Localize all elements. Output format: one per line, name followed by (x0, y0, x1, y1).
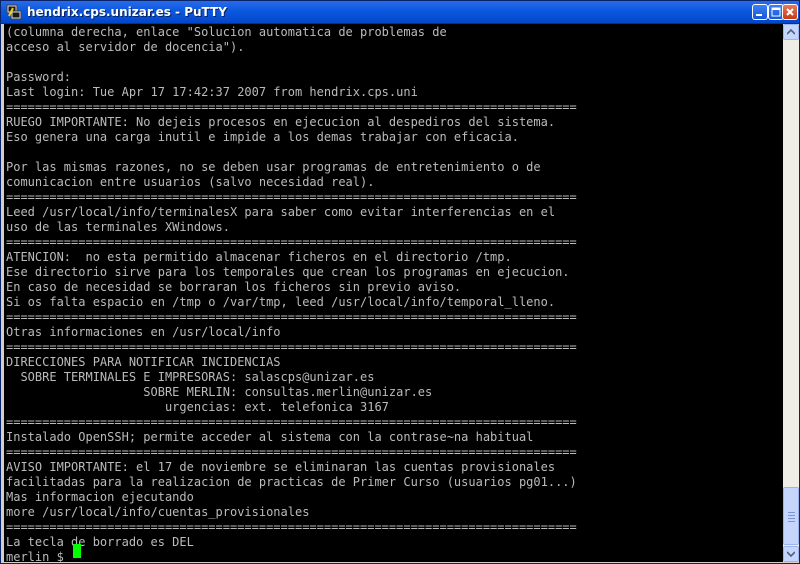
terminal-line: (columna derecha, enlace "Solucion autom… (6, 25, 447, 39)
terminal-line: DIRECCIONES PARA NOTIFICAR INCIDENCIAS (6, 355, 281, 369)
terminal-screen[interactable]: (columna derecha, enlace "Solucion autom… (4, 24, 783, 562)
terminal-line: Ese directorio sirve para los temporales… (6, 265, 570, 279)
terminal-line: ========================================… (6, 415, 577, 429)
terminal-line: ========================================… (6, 520, 577, 534)
terminal-line: ========================================… (6, 190, 577, 204)
terminal-line: Si os falta espacio en /tmp o /var/tmp, … (6, 295, 556, 309)
terminal-line: comunicacion entre usuarios (salvo neces… (6, 175, 375, 189)
terminal-line: ========================================… (6, 100, 577, 114)
terminal-cursor (73, 544, 81, 558)
scrollbar-thumb[interactable] (783, 487, 799, 545)
putty-window: hendrix.cps.unizar.es - PuTTY (columna d… (0, 0, 800, 564)
terminal-line: ========================================… (6, 235, 577, 249)
terminal-line: SOBRE TERMINALES E IMPRESORAS: salascps@… (6, 370, 375, 384)
terminal-line: SOBRE MERLIN: consultas.merlin@unizar.es (6, 385, 433, 399)
window-title: hendrix.cps.unizar.es - PuTTY (27, 5, 227, 19)
terminal-line: urgencias: ext. telefonica 3167 (6, 400, 389, 414)
scroll-up-button[interactable] (783, 24, 799, 40)
close-button[interactable] (782, 4, 798, 20)
arrow-up-icon (787, 29, 795, 35)
terminal-line: ATENCION: no esta permitido almacenar fi… (6, 250, 512, 264)
terminal-line: Leed /usr/local/info/terminalesX para sa… (6, 205, 556, 219)
terminal-line: acceso al servidor de docencia"). (6, 40, 245, 54)
terminal-line: Mas informacion ejecutando (6, 490, 194, 504)
terminal-line: La tecla de borrado es DEL (6, 535, 194, 549)
terminal-line: ========================================… (6, 310, 577, 324)
maximize-icon (771, 7, 781, 17)
arrow-down-icon (787, 551, 795, 557)
putty-icon[interactable] (6, 4, 22, 20)
terminal-line: Password: (6, 70, 72, 84)
minimize-button[interactable] (752, 4, 768, 20)
terminal-line: Last login: Tue Apr 17 17:42:37 2007 fro… (6, 85, 418, 99)
title-bar[interactable]: hendrix.cps.unizar.es - PuTTY (1, 1, 799, 24)
terminal-line: ========================================… (6, 445, 577, 459)
terminal-line: Instalado OpenSSH; permite acceder al si… (6, 430, 534, 444)
vertical-scrollbar[interactable] (783, 24, 799, 562)
terminal-line: Otras informaciones en /usr/local/info (6, 325, 281, 339)
terminal-line: AVISO IMPORTANTE: el 17 de noviembre se … (6, 460, 556, 474)
terminal-line: more /usr/local/info/cuentas_provisional… (6, 505, 310, 519)
terminal-line: Por las mismas razones, no se deben usar… (6, 160, 541, 174)
terminal-line: RUEGO IMPORTANTE: No dejeis procesos en … (6, 115, 556, 129)
scroll-down-button[interactable] (783, 546, 799, 562)
terminal-line: ========================================… (6, 340, 577, 354)
terminal-line: uso de las terminales XWindows. (6, 220, 230, 234)
terminal-line: En caso de necesidad se borraran los fic… (6, 280, 462, 294)
terminal-line: merlin_$ (6, 550, 72, 562)
minimize-icon (756, 14, 762, 16)
terminal-line: Eso genera una carga inutil e impide a l… (6, 130, 519, 144)
terminal-line: facilitadas para la realizacion de pract… (6, 475, 577, 489)
close-icon (786, 8, 794, 16)
